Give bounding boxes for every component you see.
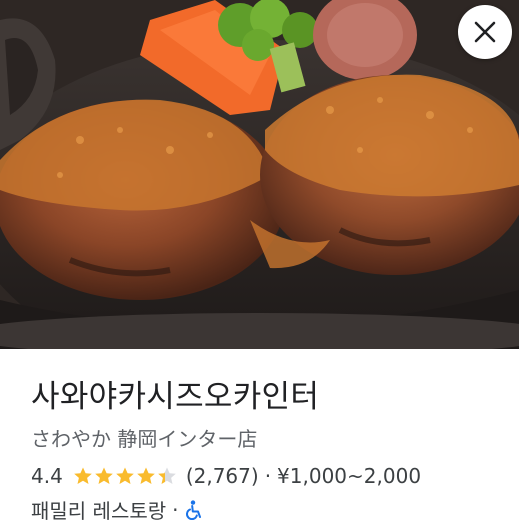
place-original-name: さわやか 静岡インター店 xyxy=(31,427,258,451)
rating-row: 4.4 (2,767) · ¥1,000~2,000 xyxy=(31,464,421,488)
close-button[interactable] xyxy=(458,5,512,59)
star-icon xyxy=(116,467,134,484)
price-range: ¥1,000~2,000 xyxy=(277,464,422,488)
star-icon xyxy=(95,467,113,484)
rating-value: 4.4 xyxy=(31,464,63,488)
separator-dot: · xyxy=(264,464,272,488)
category-row: 패밀리 레스토랑 · xyxy=(31,495,203,524)
separator-dot: · xyxy=(172,497,179,522)
category: 패밀리 레스토랑 xyxy=(31,499,167,523)
wheelchair-icon xyxy=(185,499,201,520)
star-icon xyxy=(158,467,176,484)
close-icon xyxy=(474,21,496,43)
star-rating xyxy=(73,466,178,486)
hamburg-steak-photo xyxy=(0,0,519,349)
review-count[interactable]: (2,767) xyxy=(186,464,259,488)
star-icon xyxy=(137,467,155,484)
star-icon xyxy=(74,467,92,484)
place-photo[interactable] xyxy=(0,0,519,349)
place-name: 사와야카시즈오카인터 xyxy=(31,379,320,415)
